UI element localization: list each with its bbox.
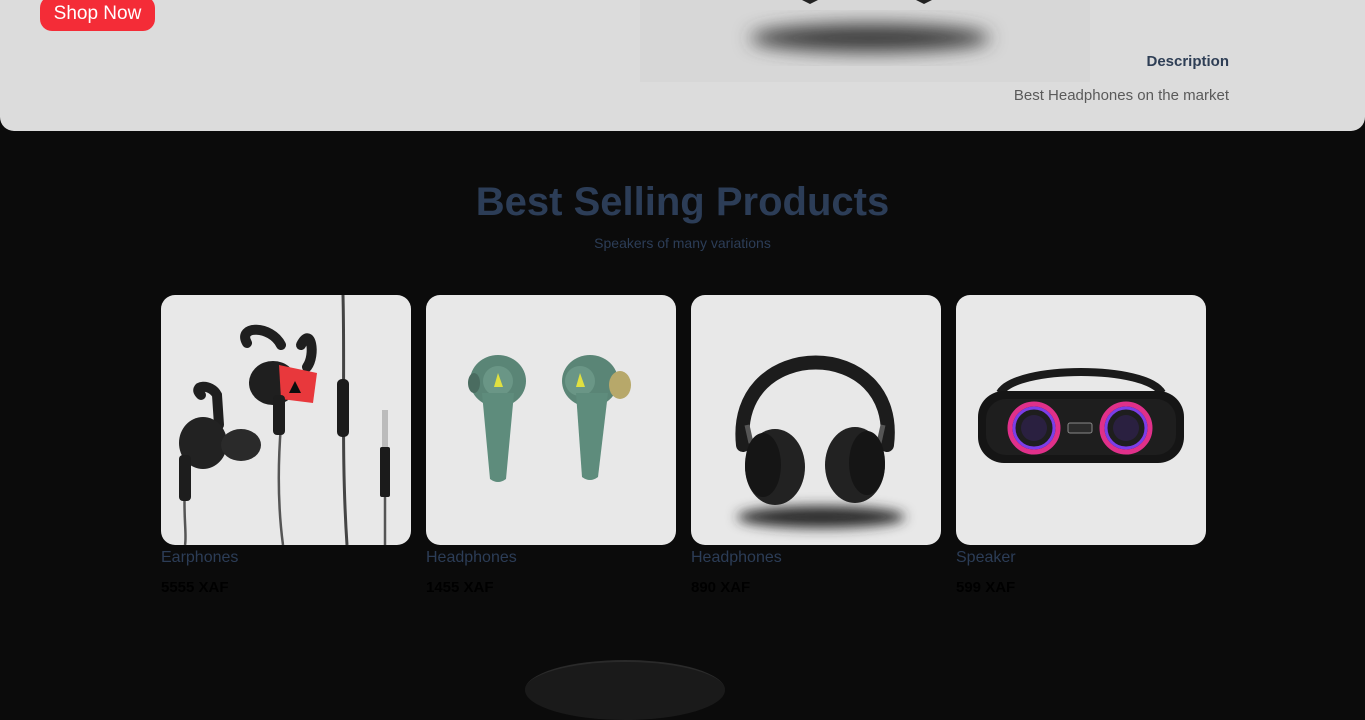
earbuds-icon (468, 355, 631, 482)
product-name[interactable]: Earphones (161, 549, 411, 567)
product-image[interactable] (161, 295, 411, 545)
product-image[interactable] (691, 295, 941, 545)
description-title: Description (1146, 53, 1229, 70)
product-card-earphones[interactable]: Earphones 5555 XAF (161, 295, 411, 596)
speaker-icon (978, 368, 1184, 463)
description-text: Best Headphones on the market (1013, 87, 1229, 104)
product-image[interactable] (426, 295, 676, 545)
section-title: Best Selling Products (475, 180, 890, 224)
earphones-icon (179, 295, 390, 545)
shop-now-button[interactable]: Shop Now (40, 0, 155, 31)
product-price: 5555 XAF (161, 579, 229, 596)
product-card-headphones[interactable]: Headphones 890 XAF (691, 295, 941, 596)
headphones-icon (735, 355, 905, 528)
product-name[interactable]: Speaker (956, 549, 1206, 567)
hero-banner: Shop Now Description Best Headphones on … (0, 0, 1365, 131)
product-price: 890 XAF (691, 579, 751, 596)
product-name[interactable]: Headphones (691, 549, 941, 567)
product-image[interactable] (956, 295, 1206, 545)
next-section-image-top (525, 660, 725, 720)
product-price: 599 XAF (956, 579, 1016, 596)
section-subtitle: Speakers of many variations (594, 235, 771, 251)
product-card-earbuds[interactable]: Headphones 1455 XAF (426, 295, 676, 596)
hero-headphones-image (750, 0, 990, 52)
product-price: 1455 XAF (426, 579, 494, 596)
product-card-speaker[interactable]: Speaker 599 XAF (956, 295, 1206, 596)
product-name[interactable]: Headphones (426, 549, 676, 567)
